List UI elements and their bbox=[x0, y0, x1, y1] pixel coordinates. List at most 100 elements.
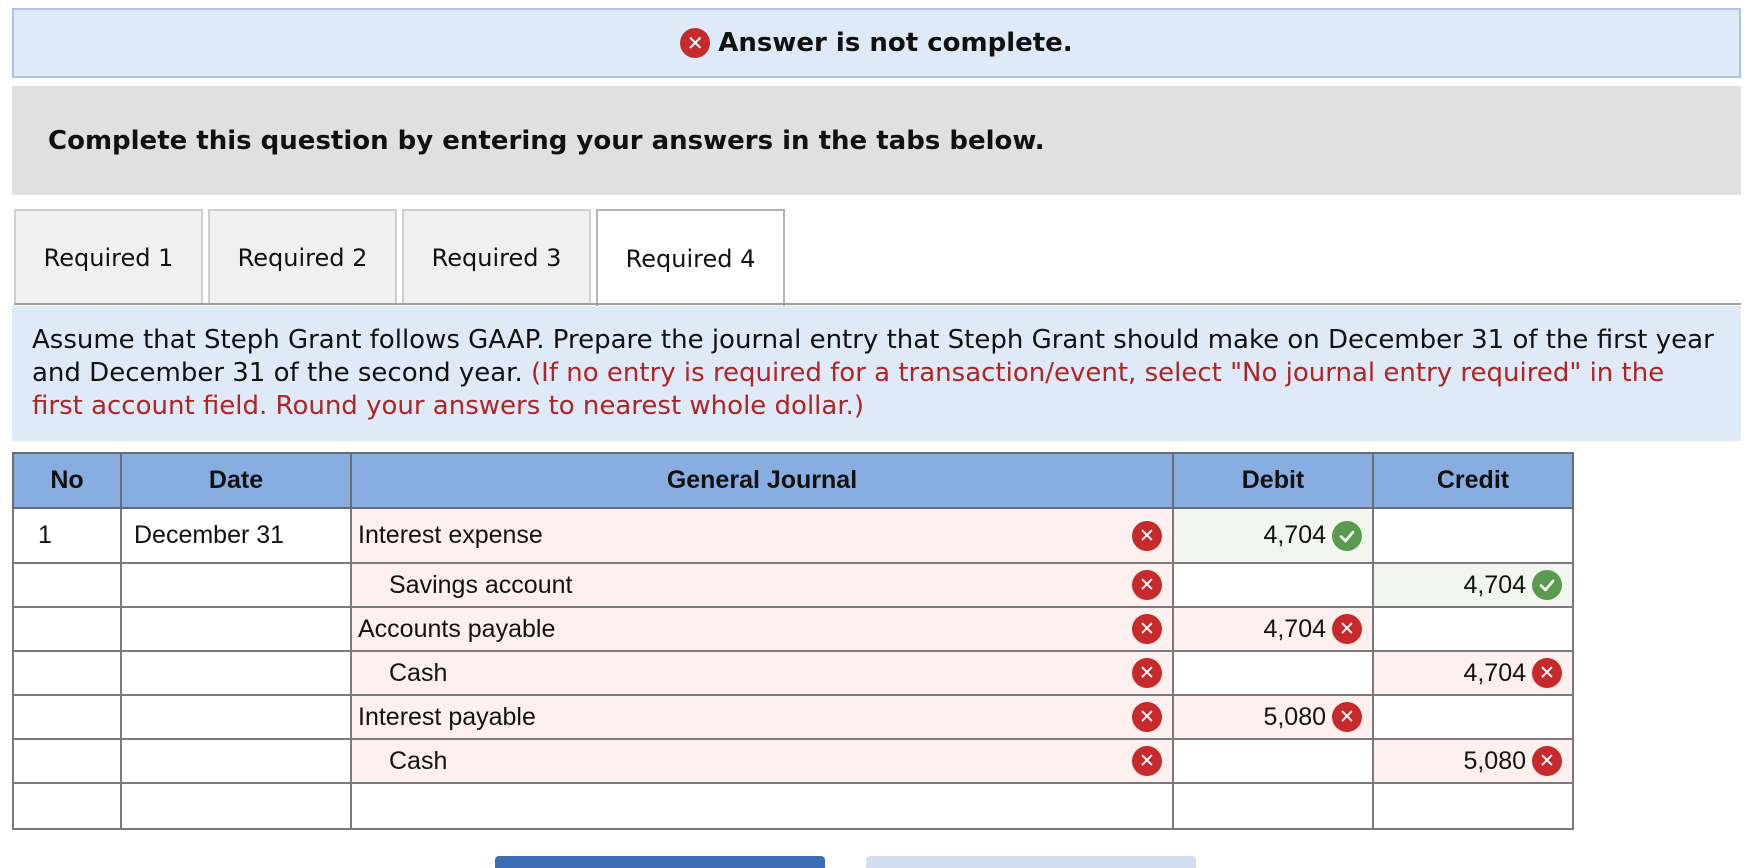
error-x-icon: ✕ bbox=[1532, 746, 1562, 776]
credit-cell[interactable] bbox=[1372, 507, 1574, 564]
date-cell[interactable] bbox=[120, 606, 352, 652]
error-x-icon: ✕ bbox=[680, 28, 711, 58]
debit-cell[interactable] bbox=[1172, 562, 1374, 608]
header-debit: Debit bbox=[1172, 452, 1374, 509]
credit-cell[interactable]: 4,704 bbox=[1372, 562, 1574, 608]
credit-value: 4,704 bbox=[1463, 658, 1526, 687]
debit-input[interactable] bbox=[1174, 784, 1372, 828]
account-name: Cash bbox=[389, 746, 448, 775]
tab-required-1[interactable]: Required 1 bbox=[14, 209, 203, 304]
account-cell[interactable]: Cash ✕ bbox=[350, 650, 1174, 696]
entry-number bbox=[12, 650, 122, 696]
account-name: Savings account bbox=[389, 570, 573, 599]
account-select[interactable]: Interest expense ✕ bbox=[352, 509, 1172, 562]
journal-row: Savings account ✕ 4,704 bbox=[12, 562, 1574, 608]
error-x-icon: ✕ bbox=[1132, 702, 1162, 732]
tab-required-3[interactable]: Required 3 bbox=[402, 209, 591, 304]
account-name: Interest payable bbox=[358, 702, 536, 731]
error-x-icon: ✕ bbox=[1132, 570, 1162, 600]
check-icon bbox=[1332, 520, 1362, 551]
credit-value: 4,704 bbox=[1463, 570, 1526, 599]
account-select[interactable]: Savings account ✕ bbox=[352, 564, 1172, 606]
journal-row: Interest payable ✕ 5,080 ✕ bbox=[12, 694, 1574, 740]
debit-cell[interactable]: 5,080 ✕ bbox=[1172, 694, 1374, 740]
credit-input[interactable] bbox=[1374, 784, 1572, 828]
header-account: General Journal bbox=[350, 452, 1174, 509]
account-name: Interest expense bbox=[358, 521, 543, 549]
header-no: No bbox=[12, 452, 122, 509]
debit-value: 4,704 bbox=[1263, 521, 1326, 549]
error-x-icon: ✕ bbox=[1332, 614, 1362, 644]
previous-button[interactable] bbox=[495, 856, 825, 868]
entry-number bbox=[12, 694, 122, 740]
instruction-panel: Complete this question by entering your … bbox=[12, 86, 1741, 195]
date-cell[interactable] bbox=[120, 738, 352, 784]
error-x-icon: ✕ bbox=[1332, 702, 1362, 732]
date-cell[interactable] bbox=[120, 694, 352, 740]
account-name: Cash bbox=[389, 658, 448, 687]
account-cell[interactable]: Interest expense ✕ bbox=[350, 507, 1174, 564]
account-cell[interactable]: Cash ✕ bbox=[350, 738, 1174, 784]
account-cell[interactable]: Accounts payable ✕ bbox=[350, 606, 1174, 652]
debit-input[interactable]: 4,704 bbox=[1174, 509, 1372, 562]
credit-input[interactable] bbox=[1374, 509, 1572, 562]
debit-cell[interactable]: 4,704 ✕ bbox=[1172, 606, 1374, 652]
credit-cell[interactable]: 4,704 ✕ bbox=[1372, 650, 1574, 696]
error-x-icon: ✕ bbox=[1132, 614, 1162, 644]
debit-cell[interactable] bbox=[1172, 782, 1374, 830]
account-select[interactable]: Accounts payable ✕ bbox=[352, 608, 1172, 650]
date-cell[interactable]: December 31 bbox=[120, 507, 352, 564]
date-cell[interactable] bbox=[120, 562, 352, 608]
journal-header-row: No Date General Journal Debit Credit bbox=[12, 452, 1574, 509]
journal-row bbox=[12, 782, 1574, 830]
account-select[interactable]: Cash ✕ bbox=[352, 652, 1172, 694]
account-name: Accounts payable bbox=[358, 614, 556, 643]
header-date: Date bbox=[120, 452, 352, 509]
journal-row: Cash ✕ 5,080 ✕ bbox=[12, 738, 1574, 784]
account-select[interactable]: Interest payable ✕ bbox=[352, 696, 1172, 738]
journal-row: Cash ✕ 4,704 ✕ bbox=[12, 650, 1574, 696]
general-journal-table: No Date General Journal Debit Credit 1 De… bbox=[12, 452, 1574, 830]
credit-cell[interactable] bbox=[1372, 694, 1574, 740]
journal-row: 1 December 31 Interest expense ✕ 4,704 bbox=[12, 507, 1574, 564]
banner-text: Answer is not complete. bbox=[718, 28, 1073, 58]
credit-input[interactable]: 4,704 bbox=[1374, 564, 1572, 606]
debit-cell[interactable]: 4,704 bbox=[1172, 507, 1374, 564]
error-x-icon: ✕ bbox=[1132, 746, 1162, 776]
account-cell[interactable]: Savings account ✕ bbox=[350, 562, 1174, 608]
check-icon bbox=[1532, 570, 1562, 600]
account-select[interactable]: Cash ✕ bbox=[352, 740, 1172, 782]
debit-input[interactable] bbox=[1174, 740, 1372, 782]
header-credit: Credit bbox=[1372, 452, 1574, 509]
date-cell[interactable] bbox=[120, 650, 352, 696]
credit-input[interactable]: 4,704 ✕ bbox=[1374, 652, 1572, 694]
tab-required-4[interactable]: Required 4 bbox=[596, 209, 785, 306]
credit-input[interactable]: 5,080 ✕ bbox=[1374, 740, 1572, 782]
status-banner: ✕ Answer is not complete. bbox=[12, 8, 1741, 78]
credit-value: 5,080 bbox=[1463, 746, 1526, 775]
question-panel: Assume that Steph Grant follows GAAP. Pr… bbox=[12, 306, 1741, 441]
credit-cell[interactable] bbox=[1372, 782, 1574, 830]
entry-number bbox=[12, 606, 122, 652]
date-cell[interactable] bbox=[120, 782, 352, 830]
tab-required-2[interactable]: Required 2 bbox=[208, 209, 397, 304]
next-button[interactable] bbox=[866, 856, 1196, 868]
debit-input[interactable] bbox=[1174, 652, 1372, 694]
entry-number bbox=[12, 738, 122, 784]
debit-cell[interactable] bbox=[1172, 738, 1374, 784]
account-cell[interactable] bbox=[350, 782, 1174, 830]
debit-input[interactable]: 4,704 ✕ bbox=[1174, 608, 1372, 650]
tab-divider bbox=[14, 303, 1741, 305]
entry-number: 1 bbox=[12, 507, 122, 564]
error-x-icon: ✕ bbox=[1132, 520, 1162, 551]
account-cell[interactable]: Interest payable ✕ bbox=[350, 694, 1174, 740]
debit-input[interactable] bbox=[1174, 564, 1372, 606]
credit-cell[interactable] bbox=[1372, 606, 1574, 652]
entry-number bbox=[12, 562, 122, 608]
debit-cell[interactable] bbox=[1172, 650, 1374, 696]
debit-input[interactable]: 5,080 ✕ bbox=[1174, 696, 1372, 738]
credit-input[interactable] bbox=[1374, 608, 1572, 650]
credit-cell[interactable]: 5,080 ✕ bbox=[1372, 738, 1574, 784]
credit-input[interactable] bbox=[1374, 696, 1572, 738]
debit-value: 4,704 bbox=[1263, 614, 1326, 643]
